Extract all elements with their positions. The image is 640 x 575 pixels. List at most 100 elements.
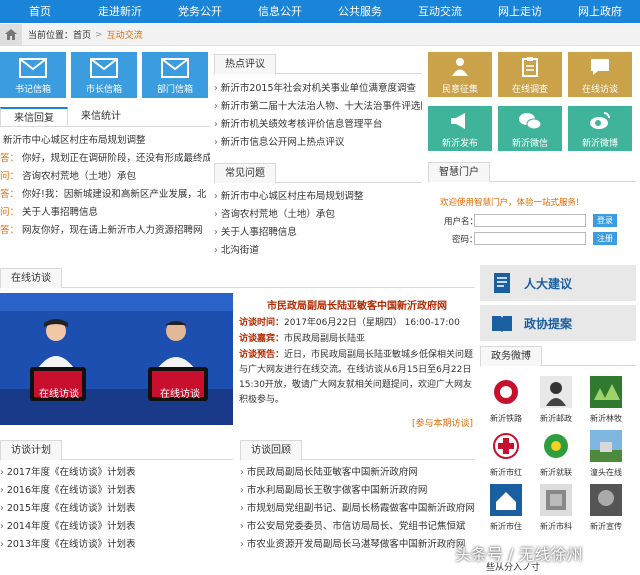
list-item[interactable]: › 市农业资源开发局副局长马湛琴做客中国新沂政府网 — [240, 536, 475, 554]
tab-letter-reply[interactable]: 来信回复 — [0, 107, 68, 126]
interview-plan-header: 访谈计划 — [0, 440, 233, 461]
xinyi-release-tile[interactable]: 新沂发布 — [428, 106, 492, 151]
list-item[interactable]: › 新沂市信息公开网上热点评议 — [214, 134, 422, 152]
list-item[interactable]: › 2017年度《在线访谈》计划表 — [0, 464, 233, 482]
weibo-employment[interactable]: 新沂就联 — [535, 430, 577, 478]
list-item[interactable]: › 北沟街道 — [214, 242, 422, 260]
list-item-text: 新沂市2015年社会对机关事业单位满意度调查 — [220, 83, 416, 94]
list-item[interactable]: › 2016年度《在线访谈》计划表 — [0, 482, 233, 500]
list-item[interactable]: › 新沂市第二届十大法治人物、十大法治事件评选网 — [214, 98, 422, 116]
weibo-railway[interactable]: 新沂铁路 — [485, 376, 527, 424]
science-logo-icon — [540, 484, 572, 516]
weibo-tongtou[interactable]: 潼头在线 — [585, 430, 627, 478]
password-field[interactable] — [474, 232, 586, 245]
list-item[interactable]: › 新沂市中心城区村庄布局规划调整 — [214, 188, 422, 206]
list-item[interactable]: › 市水利局副局长王敬宇做客中国新沂政府网 — [240, 482, 475, 500]
tile-label: 新沂微博 — [581, 139, 618, 149]
login-button[interactable]: 登录 — [593, 214, 617, 227]
weibo-post[interactable]: 新沂邮政 — [535, 376, 577, 424]
home-icon[interactable] — [0, 23, 22, 46]
list-item[interactable]: 答： 网友你好，现在请上新沂市人力资源招聘网 — [0, 222, 210, 240]
interview-video[interactable]: 在线访谈 在线访谈 — [0, 293, 233, 425]
list-item-text: 新沂市信息公开网上热点评议 — [220, 137, 345, 148]
interview-preview: 访谈预告：近日，市民政局副局长陆亚敏城乡低保相关问题与广大网友进行在线交流。在线… — [239, 350, 474, 405]
employment-logo-icon — [540, 430, 572, 462]
opinion-collection-tile[interactable]: 民意征集 — [428, 52, 492, 97]
register-button[interactable]: 注册 — [593, 232, 617, 245]
weibo-label: 新沂市红 — [490, 468, 522, 477]
cppcc-proposal-button[interactable]: 政协提案 — [480, 305, 636, 341]
list-item-text: 市水利局副局长王敬宇做客中国新沂政府网 — [246, 485, 428, 496]
online-interview-tile[interactable]: 在线访谈 — [568, 52, 632, 97]
list-item-text: 2016年度《在线访谈》计划表 — [6, 485, 136, 496]
list-item[interactable]: › 市民政局副局长陆亚敏客中国新沂政府网 — [240, 464, 475, 482]
nav-service[interactable]: 公共服务 — [320, 0, 400, 23]
chat-icon — [568, 57, 632, 77]
tab-letter-stats[interactable]: 来信统计 — [68, 107, 134, 126]
secretary-mailbox-button[interactable]: 书记信箱 — [0, 52, 66, 98]
weibo-housing[interactable]: 新沂市住 — [485, 484, 527, 532]
list-item[interactable]: 新沂市中心城区村庄布局规划调整 — [0, 132, 210, 150]
nav-party[interactable]: 党务公开 — [160, 0, 240, 23]
mailbox-label: 部门信箱 — [156, 85, 193, 95]
weibo-label: 新沂邮政 — [540, 414, 572, 423]
list-item[interactable]: 问： 关于人事招聘信息 — [0, 204, 210, 222]
video-caption-left: 在线访谈 — [39, 389, 79, 400]
weibo-propaganda[interactable]: 新沂宣传 — [585, 484, 627, 532]
username-field[interactable] — [474, 214, 586, 227]
reply-text: 关于人事招聘信息 — [22, 207, 99, 218]
side-button-label: 政协提案 — [524, 316, 573, 331]
nav-home[interactable]: 首页 — [0, 0, 80, 23]
list-item[interactable]: › 咨询农村荒地（土地）承包 — [214, 206, 422, 224]
nav-gov[interactable]: 网上政府 — [560, 0, 640, 23]
xinyi-wechat-tile[interactable]: 新沂微信 — [498, 106, 562, 151]
list-item[interactable]: › 新沂市机关绩效考核评价信息管理平台 — [214, 116, 422, 134]
join-interview-link[interactable]: [参与本期访谈] — [412, 416, 473, 429]
nav-interact[interactable]: 互动交流 — [400, 0, 480, 23]
list-item[interactable]: › 2014年度《在线访谈》计划表 — [0, 518, 233, 536]
list-item-text: 市公安局党委委员、市信访局局长、党组书记焦恒斌 — [246, 521, 466, 532]
weibo-label: 新沂市住 — [490, 522, 522, 531]
people-icon — [428, 57, 492, 77]
reply-tabs: 来信回复 来信统计 — [0, 107, 210, 127]
list-item-text: 关于人事招聘信息 — [220, 227, 297, 238]
post-logo-icon — [540, 376, 572, 408]
nav-about[interactable]: 走进新沂 — [80, 0, 160, 23]
list-item[interactable]: 问： 咨询农村荒地（土地）承包 — [0, 168, 210, 186]
weibo-science[interactable]: 新沂市科 — [535, 484, 577, 532]
reply-tag: 答： — [0, 153, 20, 164]
list-item[interactable]: › 市公安局党委委员、市信访局局长、党组书记焦恒斌 — [240, 518, 475, 536]
list-item[interactable]: › 2015年度《在线访谈》计划表 — [0, 500, 233, 518]
megaphone-icon — [428, 111, 492, 131]
username-label: 用户名： — [444, 217, 479, 227]
weibo-label: 新沂宣传 — [590, 522, 622, 531]
xinyi-weibo-tile[interactable]: 新沂微博 — [568, 106, 632, 151]
tile-label: 新沂微信 — [511, 139, 548, 149]
breadcrumb: 当前位置： 首页 > 互动交流 — [0, 23, 640, 46]
list-item[interactable]: › 2013年度《在线访谈》计划表 — [0, 536, 233, 554]
list-item[interactable]: › 市规划局党组副书记、副局长杨霞做客中国新沂政府网 — [240, 500, 475, 518]
list-item[interactable]: 答： 你好!我：因新城建设和高新区产业发展，北 — [0, 186, 210, 204]
weibo-forestry[interactable]: 新沂林牧 — [585, 376, 627, 424]
nav-visit[interactable]: 网上走访 — [480, 0, 560, 23]
department-mailbox-button[interactable]: 部门信箱 — [142, 52, 208, 98]
interview-title[interactable]: 市民政局副局长陆亚敏客中国新沂政府网 — [239, 297, 475, 312]
tile-label: 在线访谈 — [581, 85, 618, 95]
mayor-mailbox-button[interactable]: 市长信箱 — [71, 52, 137, 98]
npc-suggestion-button[interactable]: 人大建议 — [480, 265, 636, 301]
list-item[interactable]: › 关于人事招聘信息 — [214, 224, 422, 242]
weibo-label: 新沂就联 — [540, 468, 572, 477]
list-item-text: 2013年度《在线访谈》计划表 — [6, 539, 136, 550]
breadcrumb-home[interactable]: 首页 — [73, 28, 91, 41]
envelope-icon — [0, 58, 66, 78]
tile-label: 新沂发布 — [441, 139, 478, 149]
gov-weibo-header: 政务微博 — [480, 346, 636, 367]
reply-text: 网友你好，现在请上新沂市人力资源招聘网 — [22, 225, 203, 236]
online-survey-tile[interactable]: 在线调查 — [498, 52, 562, 97]
forestry-logo-icon — [590, 376, 622, 408]
nav-info[interactable]: 信息公开 — [240, 0, 320, 23]
video-caption-right: 在线访谈 — [160, 389, 200, 400]
weibo-red-cross[interactable]: 新沂市红 — [485, 430, 527, 478]
list-item[interactable]: › 新沂市2015年社会对机关事业单位满意度调查 — [214, 80, 422, 98]
list-item[interactable]: 答： 你好，规划正在调研阶段，还没有形成最终成 — [0, 150, 210, 168]
